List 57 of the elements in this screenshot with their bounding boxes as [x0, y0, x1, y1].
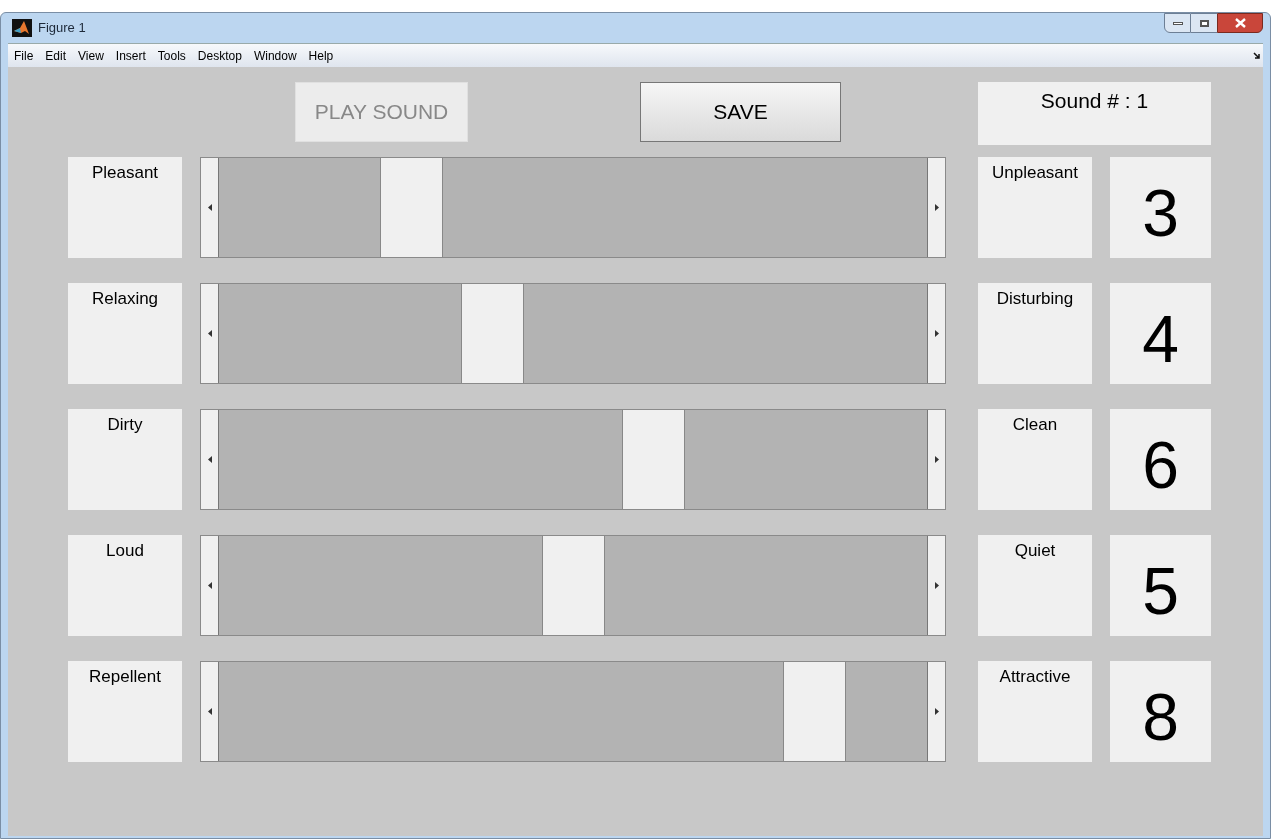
sound-number: Sound # : 1: [1040, 88, 1149, 114]
slider-thumb[interactable]: [380, 158, 444, 257]
scroll-left-button[interactable]: [201, 284, 219, 383]
left-label: Dirty: [107, 414, 143, 436]
save-button[interactable]: SAVE: [640, 82, 841, 142]
scroll-right-button[interactable]: [927, 662, 945, 761]
slider-thumb[interactable]: [783, 662, 847, 761]
slider-thumb[interactable]: [460, 284, 524, 383]
right-label: Unpleasant: [992, 162, 1078, 184]
window-title: Figure 1: [38, 19, 86, 38]
left-label: Relaxing: [91, 288, 159, 310]
scroll-right-button[interactable]: [927, 536, 945, 635]
left-arrow-icon: [207, 708, 212, 715]
rating-value: 5: [1142, 553, 1179, 630]
scroll-left-button[interactable]: [201, 158, 219, 257]
right-label: Disturbing: [996, 288, 1074, 310]
menu-item[interactable]: File: [8, 46, 40, 65]
right-label: Clean: [1012, 414, 1058, 436]
close-icon: [1234, 18, 1246, 28]
minimize-button[interactable]: [1164, 13, 1191, 33]
right-arrow-icon: [934, 456, 939, 463]
right-label: Attractive: [999, 666, 1071, 688]
left-arrow-icon: [207, 330, 212, 337]
maximize-button[interactable]: [1191, 13, 1217, 33]
scroll-left-button[interactable]: [201, 410, 219, 509]
left-arrow-icon: [207, 204, 212, 211]
rating-value: 6: [1142, 427, 1179, 504]
close-button[interactable]: [1217, 13, 1263, 33]
right-arrow-icon: [934, 708, 939, 715]
menu-item[interactable]: Tools: [151, 46, 192, 65]
left-arrow-icon: [207, 456, 212, 463]
left-label: Loud: [106, 540, 144, 562]
scroll-right-button[interactable]: [927, 158, 945, 257]
left-label: Pleasant: [91, 162, 159, 184]
scroll-left-button[interactable]: [201, 662, 219, 761]
menu-item[interactable]: Help: [302, 46, 340, 65]
right-arrow-icon: [934, 582, 939, 589]
rating-value: 4: [1142, 301, 1179, 378]
menu-item[interactable]: Window: [247, 46, 303, 65]
rating-value: 3: [1142, 175, 1179, 252]
menu-item[interactable]: View: [72, 46, 110, 65]
scroll-right-button[interactable]: [927, 410, 945, 509]
left-label: Repellent: [89, 666, 161, 688]
right-arrow-icon: [934, 204, 939, 211]
left-arrow-icon: [207, 582, 212, 589]
menu-item[interactable]: Edit: [39, 46, 73, 65]
scroll-left-button[interactable]: [201, 536, 219, 635]
right-label: Quiet: [1014, 540, 1056, 562]
menu-item[interactable]: Insert: [109, 46, 152, 65]
rating-value: 8: [1142, 679, 1179, 756]
right-arrow-icon: [934, 330, 939, 337]
slider-thumb[interactable]: [541, 536, 605, 635]
menu-item[interactable]: Desktop: [191, 46, 248, 65]
slider-thumb[interactable]: [622, 410, 686, 509]
arrow-icon: [1253, 51, 1261, 60]
app-logo-icon: [12, 19, 32, 37]
scroll-right-button[interactable]: [927, 284, 945, 383]
